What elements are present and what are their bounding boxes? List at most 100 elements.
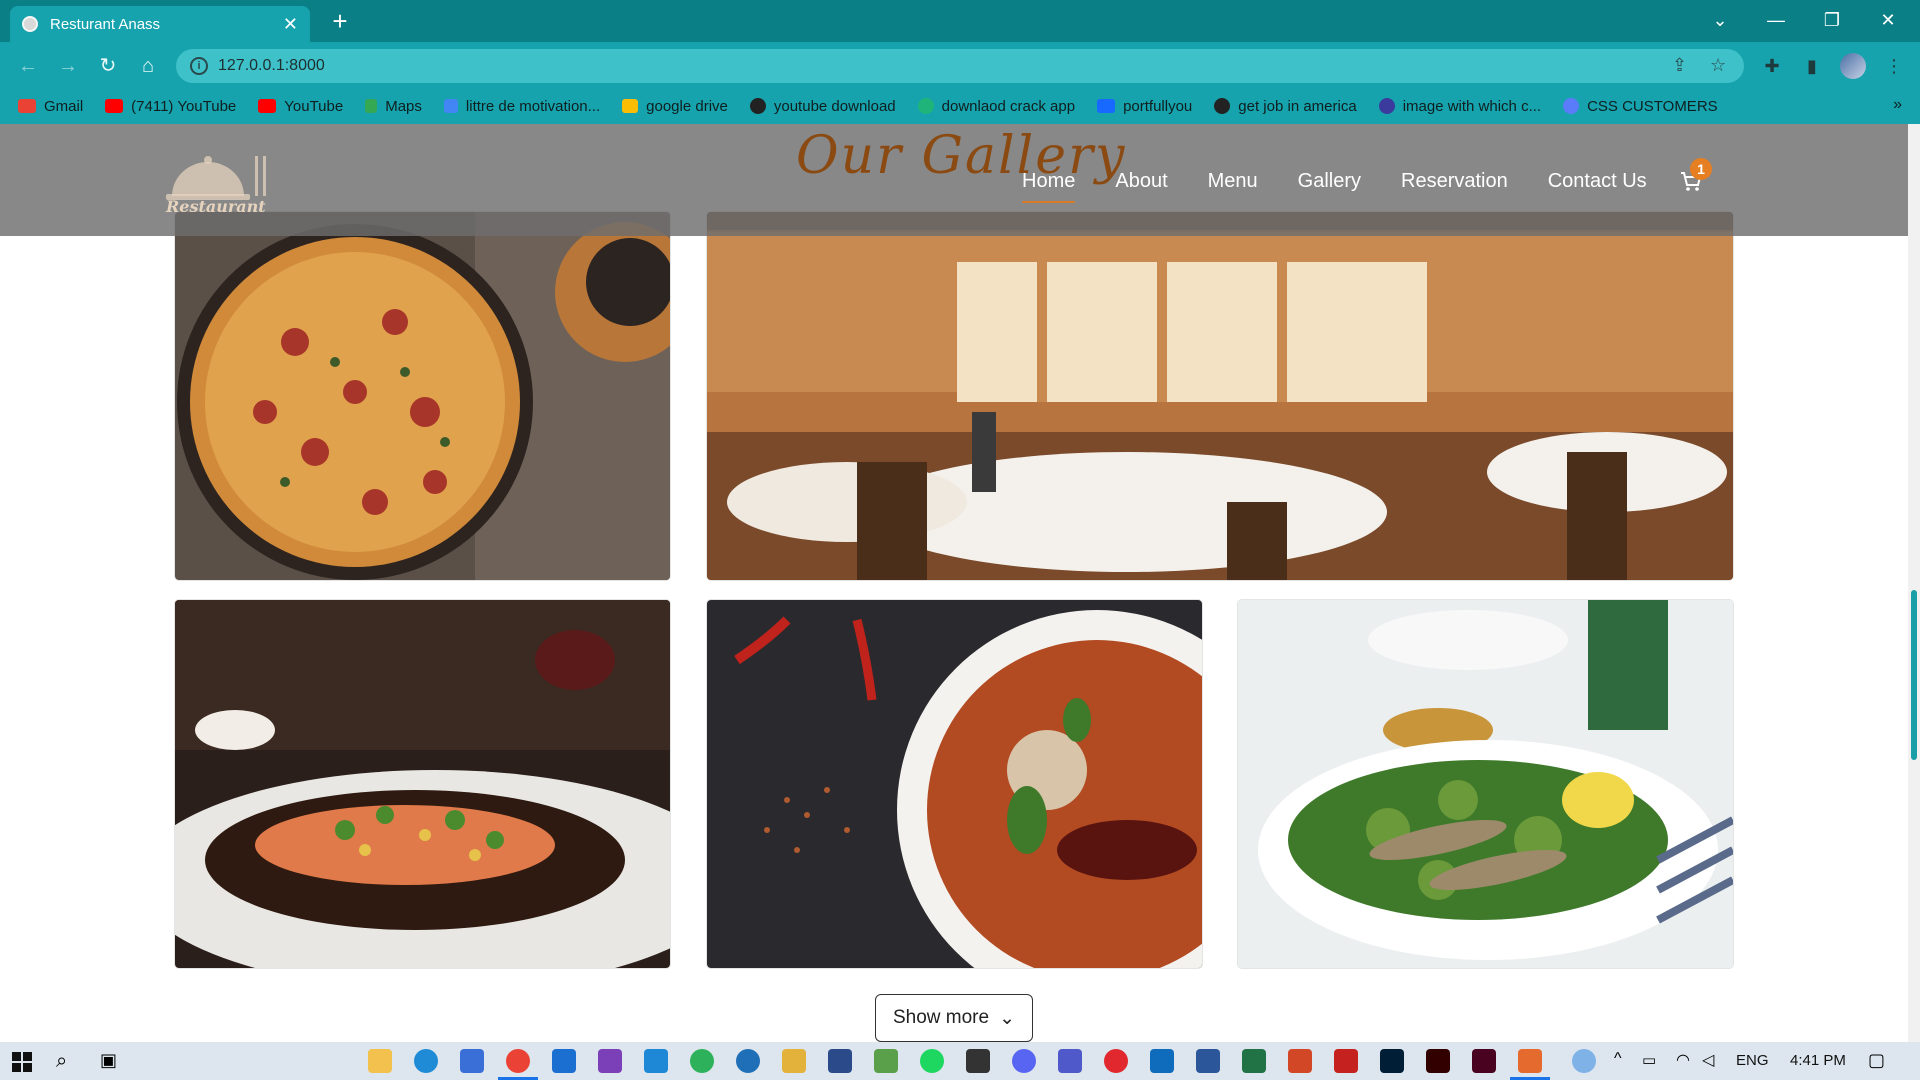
- share-icon[interactable]: ⇪: [1672, 55, 1687, 76]
- app-icon[interactable]: [782, 1049, 806, 1073]
- bookmark-item[interactable]: get job in america: [1214, 98, 1357, 115]
- css-icon: [1563, 98, 1580, 114]
- volume-icon[interactable]: ◁: [1702, 1050, 1714, 1070]
- excel-icon[interactable]: [1242, 1049, 1266, 1073]
- xampp-icon[interactable]: [1510, 1049, 1550, 1080]
- language-indicator[interactable]: ENG: [1736, 1052, 1769, 1069]
- taskbar: ⌕ ▣ ^ ▭ ◠ ◁ ENG 4:41 PM ▢: [0, 1042, 1920, 1080]
- discord-icon[interactable]: [1012, 1049, 1036, 1073]
- minimize-icon[interactable]: —: [1748, 0, 1804, 42]
- gallery-image-dining-room[interactable]: [707, 212, 1733, 580]
- home-icon[interactable]: ⌂: [132, 50, 164, 82]
- url-text: 127.0.0.1:8000: [218, 57, 325, 74]
- menu-icon[interactable]: ⋮: [1878, 50, 1910, 82]
- clock[interactable]: 4:41 PM: [1790, 1052, 1846, 1069]
- indesign-icon[interactable]: [1472, 1049, 1496, 1073]
- dining-room-image: [707, 212, 1733, 580]
- wifi-icon[interactable]: ◠: [1676, 1050, 1690, 1070]
- app-icon[interactable]: [828, 1049, 852, 1073]
- app-icon[interactable]: [690, 1049, 714, 1073]
- task-view-icon[interactable]: ▣: [100, 1050, 117, 1071]
- mail-icon[interactable]: [552, 1049, 576, 1073]
- gmail-icon: [18, 99, 36, 113]
- app-icon[interactable]: [966, 1049, 990, 1073]
- docs-icon: [443, 99, 458, 113]
- nav-about[interactable]: About: [1115, 170, 1167, 193]
- app-icon[interactable]: [874, 1049, 898, 1073]
- bookmark-item[interactable]: CSS CUSTOMERS: [1563, 98, 1718, 115]
- nav-menu[interactable]: Menu: [1208, 170, 1258, 193]
- windows-start-icon[interactable]: [12, 1052, 32, 1072]
- word-icon[interactable]: [1196, 1049, 1220, 1073]
- browser-toolbar: ← → ↻ ⌂ i 127.0.0.1:8000 ⇪ ☆ ✚ ▮ ⋮: [0, 42, 1920, 88]
- illustrator-icon[interactable]: [1426, 1049, 1450, 1073]
- browser-tab-strip: Resturant Anass ✕ + ⌄ — ❐ ✕: [0, 0, 1920, 42]
- chevron-up-icon[interactable]: ^: [1614, 1050, 1622, 1068]
- gallery-image-salad[interactable]: [1238, 600, 1733, 968]
- side-panel-icon[interactable]: ▮: [1796, 50, 1828, 82]
- bookmark-item[interactable]: Maps: [365, 98, 422, 115]
- browser-tab[interactable]: Resturant Anass ✕: [10, 6, 310, 42]
- bookmark-item[interactable]: portfullyou: [1097, 98, 1192, 115]
- bookmark-item[interactable]: (7411) YouTube: [105, 98, 236, 115]
- restaurant-logo[interactable]: Restaurant: [160, 150, 280, 216]
- bookmark-star-icon[interactable]: ☆: [1710, 55, 1726, 76]
- search-icon[interactable]: ⌕: [56, 1050, 67, 1073]
- new-tab-icon[interactable]: +: [325, 6, 355, 36]
- forward-icon[interactable]: →: [52, 50, 84, 82]
- site-info-icon[interactable]: i: [190, 57, 208, 75]
- youtube-icon: [258, 99, 277, 113]
- page-scrollbar[interactable]: [1908, 124, 1920, 1042]
- bookmark-item[interactable]: youtube download: [749, 98, 896, 115]
- battery-icon[interactable]: ▭: [1642, 1051, 1656, 1069]
- bookmark-item[interactable]: image with which c...: [1378, 98, 1541, 115]
- profile-avatar[interactable]: [1840, 53, 1866, 79]
- file-explorer-icon[interactable]: [368, 1049, 392, 1073]
- gallery-image-salmon[interactable]: [175, 600, 670, 968]
- image-icon: [1378, 98, 1395, 114]
- gallery-image-curry[interactable]: [707, 600, 1202, 968]
- edge-icon[interactable]: [414, 1049, 438, 1073]
- gallery-image-pizza[interactable]: [175, 212, 670, 580]
- restore-icon[interactable]: ❐: [1804, 0, 1860, 42]
- bookmark-item[interactable]: Gmail: [18, 98, 83, 115]
- vscode-icon[interactable]: [644, 1049, 668, 1073]
- back-icon[interactable]: ←: [12, 50, 44, 82]
- nav-gallery[interactable]: Gallery: [1298, 170, 1361, 193]
- tab-search-icon[interactable]: ⌄: [1692, 0, 1748, 42]
- weather-icon[interactable]: [1572, 1049, 1596, 1073]
- bookmark-item[interactable]: littre de motivation...: [443, 98, 600, 115]
- outlook-icon[interactable]: [1150, 1049, 1174, 1073]
- show-more-button[interactable]: Show more ⌄: [875, 994, 1033, 1042]
- main-nav: Home About Menu Gallery Reservation Cont…: [1022, 170, 1687, 203]
- nav-contact[interactable]: Contact Us: [1548, 170, 1647, 193]
- globe-icon: [1214, 98, 1231, 114]
- more-bookmarks-icon[interactable]: »: [1893, 96, 1902, 114]
- tab-title: Resturant Anass: [50, 15, 161, 33]
- extensions-icon[interactable]: ✚: [1756, 50, 1788, 82]
- store-icon[interactable]: [460, 1049, 484, 1073]
- app-icon[interactable]: [736, 1049, 760, 1073]
- notifications-icon[interactable]: ▢: [1868, 1050, 1885, 1071]
- nav-home[interactable]: Home: [1022, 170, 1076, 203]
- cart-button[interactable]: 1: [1680, 158, 1712, 197]
- bookmark-item[interactable]: YouTube: [258, 98, 343, 115]
- powerpoint-icon[interactable]: [1288, 1049, 1312, 1073]
- close-window-icon[interactable]: ✕: [1860, 0, 1916, 42]
- visual-studio-icon[interactable]: [598, 1049, 622, 1073]
- reload-icon[interactable]: ↻: [92, 50, 124, 82]
- photoshop-icon[interactable]: [1380, 1049, 1404, 1073]
- chrome-icon[interactable]: [498, 1049, 538, 1080]
- scrollbar-thumb[interactable]: [1911, 590, 1917, 760]
- address-bar[interactable]: i 127.0.0.1:8000 ⇪ ☆: [176, 49, 1744, 83]
- bookmark-item[interactable]: google drive: [622, 98, 728, 115]
- teams-icon[interactable]: [1058, 1049, 1082, 1073]
- opera-icon[interactable]: [1104, 1049, 1128, 1073]
- pizza-image: [175, 212, 670, 580]
- acrobat-icon[interactable]: [1334, 1049, 1358, 1073]
- nav-reservation[interactable]: Reservation: [1401, 170, 1508, 193]
- close-tab-icon[interactable]: ✕: [283, 14, 298, 35]
- spotify-icon[interactable]: [920, 1049, 944, 1073]
- bookmark-item[interactable]: downlaod crack app: [917, 98, 1075, 115]
- salmon-dish-image: [175, 600, 670, 968]
